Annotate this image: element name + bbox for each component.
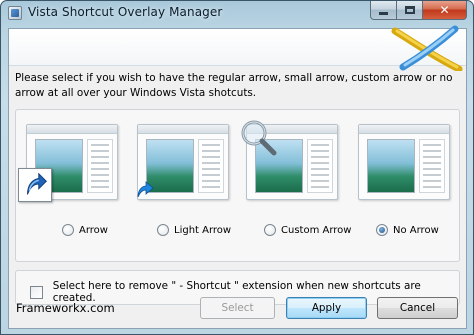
radio-button[interactable] xyxy=(62,224,74,236)
select-button[interactable]: Select xyxy=(200,297,275,319)
radio-no-arrow[interactable]: No Arrow xyxy=(376,222,439,238)
radio-button[interactable] xyxy=(264,224,276,236)
radio-custom-arrow[interactable]: Custom Arrow xyxy=(264,222,351,238)
radio-light-arrow[interactable]: Light Arrow xyxy=(157,222,231,238)
maximize-icon xyxy=(404,6,415,14)
minimize-button[interactable] xyxy=(370,1,397,20)
apply-button[interactable]: Apply xyxy=(286,297,367,319)
radio-label: Light Arrow xyxy=(174,224,232,236)
arrow-options-group: Arrow Light Arrow Custom Arrow No Arrow xyxy=(15,109,460,262)
radio-label: Custom Arrow xyxy=(281,224,352,236)
minimize-icon xyxy=(379,11,388,15)
radio-button[interactable] xyxy=(157,224,169,236)
app-window: Vista Shortcut Overlay Manager ✕ Please … xyxy=(0,0,474,335)
cancel-button[interactable]: Cancel xyxy=(377,297,458,319)
large-shortcut-arrow-icon xyxy=(18,168,52,202)
magnifier-icon xyxy=(241,120,277,156)
radio-label: Arrow xyxy=(79,224,108,236)
close-button[interactable]: ✕ xyxy=(423,1,467,20)
caption-buttons: ✕ xyxy=(370,1,467,20)
header-banner xyxy=(9,25,466,71)
app-icon xyxy=(8,6,22,20)
instruction-text: Please select if you wish to have the re… xyxy=(15,72,453,99)
frameworkx-logo-icon xyxy=(391,25,463,71)
maximize-button[interactable] xyxy=(397,1,423,20)
small-shortcut-arrow-icon xyxy=(137,181,154,198)
preview-thumbnail xyxy=(358,124,450,200)
client-area: Please select if you wish to have the re… xyxy=(8,25,467,329)
close-icon: ✕ xyxy=(439,3,450,17)
radio-button-selected[interactable] xyxy=(376,224,388,236)
radio-arrow[interactable]: Arrow xyxy=(62,222,108,238)
website-link[interactable]: Frameworkx.com xyxy=(16,301,115,315)
radio-label: No Arrow xyxy=(393,224,439,236)
window-title: Vista Shortcut Overlay Manager xyxy=(28,5,223,19)
title-bar[interactable]: Vista Shortcut Overlay Manager ✕ xyxy=(1,1,473,27)
remove-extension-checkbox[interactable] xyxy=(30,285,43,299)
